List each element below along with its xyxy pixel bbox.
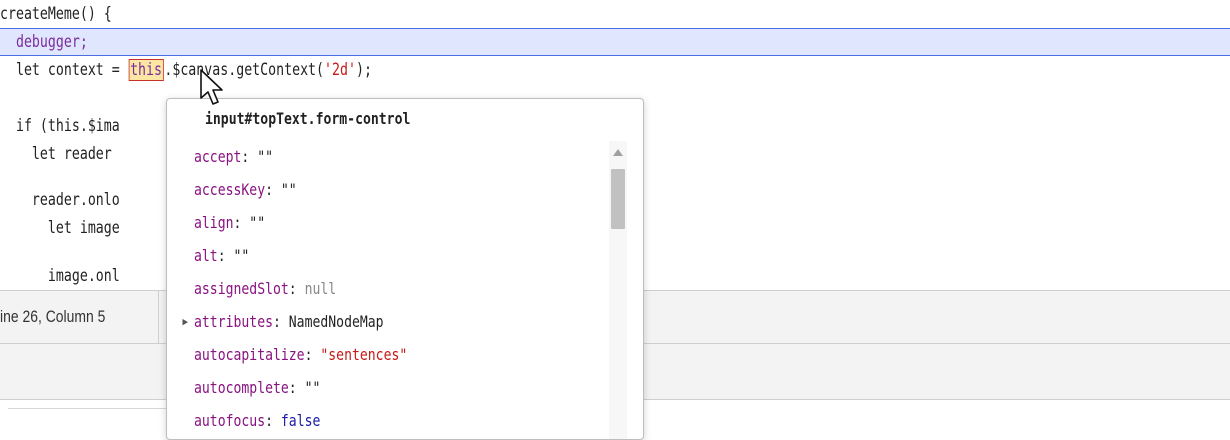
property-row[interactable]: accessKey: "" (167, 174, 607, 206)
property-name: align (194, 213, 234, 232)
popover-scrollbar[interactable] (609, 141, 627, 439)
code-line-1: createMeme() { (0, 4, 112, 24)
property-name: autocapitalize (194, 345, 305, 364)
property-row-expandable[interactable]: ▶ attributes: NamedNodeMap (167, 306, 607, 338)
property-value: NamedNodeMap (288, 312, 384, 331)
property-row[interactable]: alt: "" (167, 240, 607, 272)
code-line-3: let context = this .$canvas.getContext('2… (0, 56, 959, 84)
disclosure-triangle-icon[interactable]: ▶ (183, 306, 188, 338)
property-value: false (280, 411, 321, 430)
property-value: null (304, 279, 337, 298)
this-token[interactable]: this (128, 59, 164, 81)
string-literal: '2d' (324, 60, 356, 80)
panel-divider (8, 408, 168, 409)
popover-title: input#topText.form-control (205, 109, 411, 128)
property-name: accessKey (194, 180, 266, 199)
code-segment: .$canvas.getContext( (164, 60, 325, 80)
cursor-position[interactable]: ine 26, Column 5 (0, 307, 105, 327)
property-name: assignedSlot (194, 279, 289, 298)
property-row[interactable]: accept: "" (167, 141, 607, 173)
property-value: "" (280, 180, 297, 199)
property-row[interactable]: autocomplete: "" (167, 372, 607, 404)
property-name: autofocus (194, 411, 266, 430)
property-row[interactable]: autofocus: false (167, 405, 607, 437)
property-row[interactable]: autocapitalize: "sentences" (167, 339, 607, 371)
scroll-thumb[interactable] (611, 169, 625, 229)
code-segment: if (this.$ima (0, 116, 120, 136)
code-segment: ); (355, 60, 372, 80)
status-divider (158, 291, 159, 345)
mouse-pointer-icon (200, 69, 223, 105)
property-name: autocomplete (194, 378, 289, 397)
property-row[interactable]: assignedSlot: null (167, 273, 607, 305)
property-row[interactable]: align: "" (167, 207, 607, 239)
code-segment: let context = (0, 60, 128, 80)
property-name: alt (194, 246, 218, 265)
property-name: attributes (194, 312, 273, 331)
code-line-2: debugger; (0, 32, 88, 52)
property-value: "" (249, 213, 266, 232)
property-value: "sentences" (320, 345, 408, 364)
property-value: "" (233, 246, 250, 265)
scroll-up-arrow-icon[interactable] (613, 149, 623, 156)
property-value: "" (257, 147, 273, 166)
object-preview-popover[interactable]: input#topText.form-control accept: "" ac… (166, 98, 644, 440)
property-name: accept (194, 147, 242, 166)
property-value: "" (304, 378, 321, 397)
